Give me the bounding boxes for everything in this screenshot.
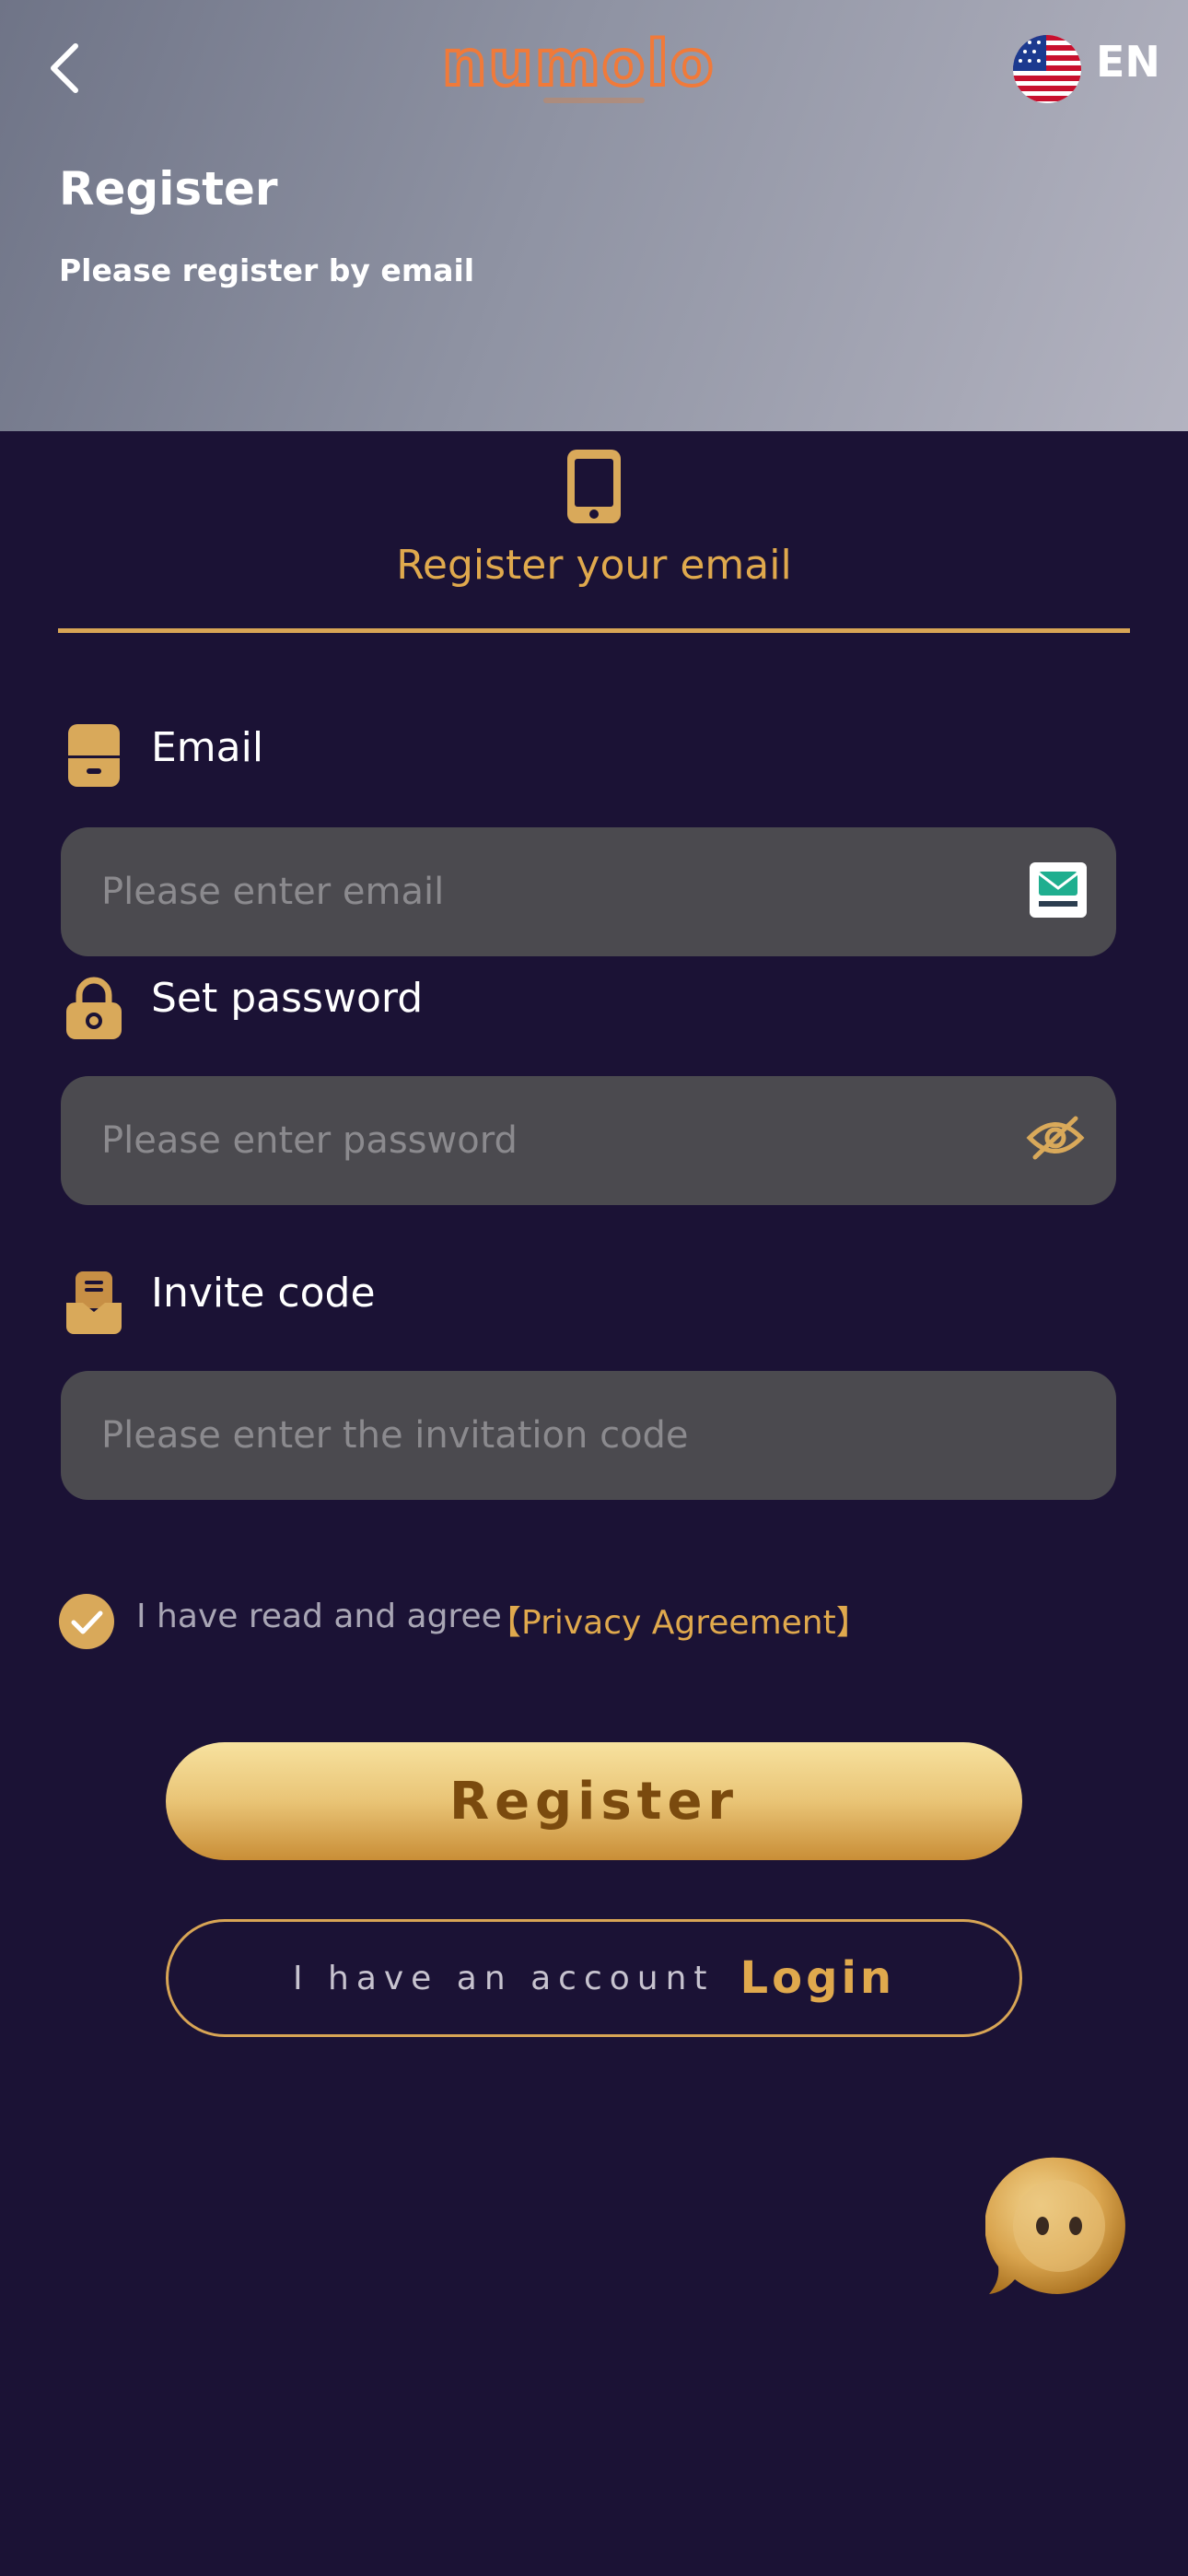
have-account-text: I have an account [292, 1959, 715, 1997]
lock-icon [66, 977, 122, 1039]
agreement-text: I have read and agree [136, 1598, 502, 1635]
us-flag-icon[interactable] [1013, 35, 1081, 103]
chat-bot-icon[interactable] [985, 2152, 1133, 2301]
tab-register-email[interactable]: Register your email [0, 542, 1188, 589]
phone-icon [567, 450, 621, 523]
header: numolo EN Register Please register by em… [0, 0, 1188, 431]
invite-code-label: Invite code [151, 1270, 376, 1317]
email-field[interactable] [61, 827, 1116, 956]
login-link[interactable]: Login [740, 1952, 896, 2004]
tempmail-icon[interactable] [1030, 862, 1087, 918]
tab-underline [58, 628, 1130, 633]
language-selector[interactable]: EN [1096, 37, 1160, 87]
register-button[interactable]: Register [166, 1742, 1022, 1860]
invite-code-field[interactable] [61, 1371, 1116, 1500]
check-icon [71, 1610, 103, 1634]
agreement-checkbox[interactable] [59, 1594, 114, 1649]
svg-text:numolo: numolo [442, 28, 715, 100]
tray-icon [66, 1271, 122, 1334]
privacy-agreement-link[interactable]: 【Privacy Agreement】 [488, 1596, 869, 1644]
email-label: Email [151, 724, 264, 771]
page-subtitle: Please register by email [59, 252, 475, 288]
login-button[interactable]: I have an account Login [166, 1919, 1022, 2037]
inbox-icon [68, 724, 120, 787]
password-field[interactable] [61, 1076, 1116, 1205]
password-label: Set password [151, 975, 424, 1022]
back-chevron-icon[interactable] [44, 41, 85, 96]
page-title: Register [59, 162, 278, 216]
numolo-logo: numolo [442, 28, 715, 103]
eye-off-icon[interactable] [1026, 1113, 1085, 1163]
